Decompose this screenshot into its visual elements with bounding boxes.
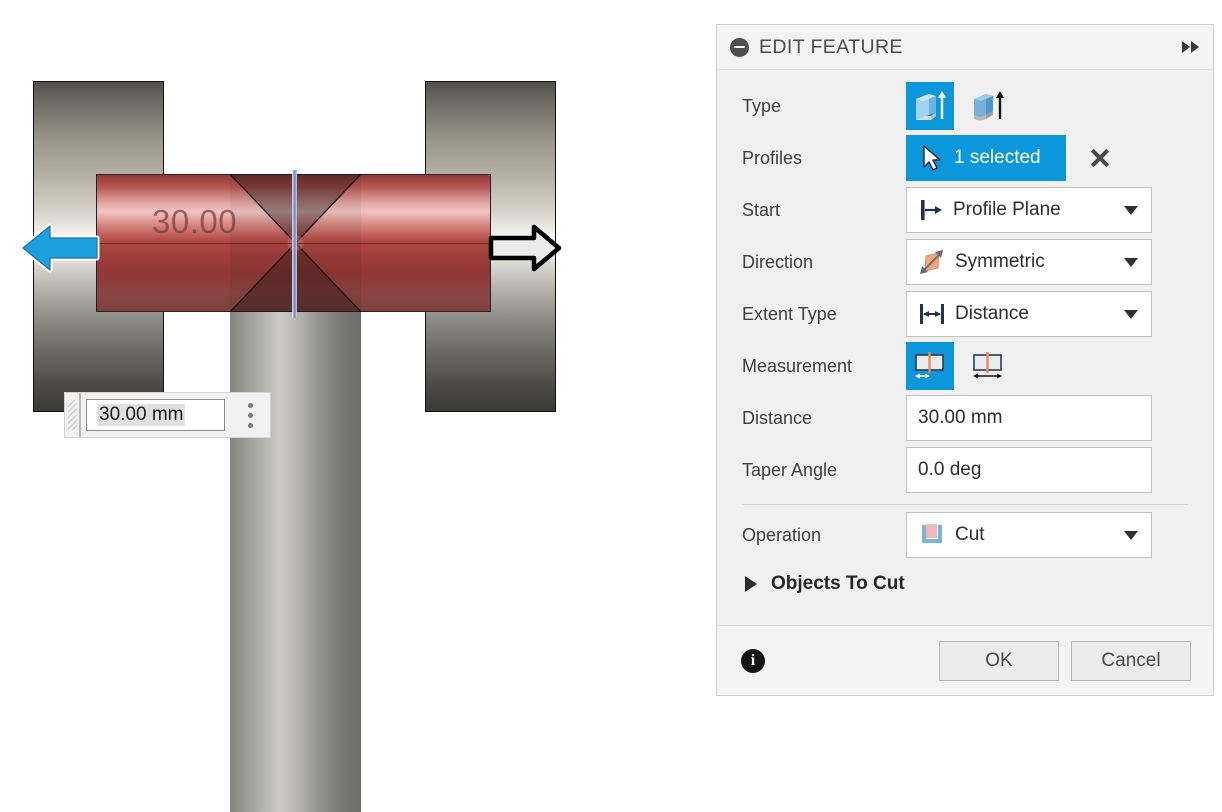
label-direction: Direction xyxy=(742,251,814,272)
label-extent-type: Extent Type xyxy=(742,303,837,324)
dimension-value-text: 30.00 mm xyxy=(97,404,186,426)
drag-grip-icon[interactable] xyxy=(65,393,81,437)
double-chevron-right-icon[interactable] xyxy=(1182,41,1199,53)
dimension-value-input[interactable]: 30.00 mm xyxy=(86,399,225,431)
extent-type-value: Distance xyxy=(955,303,1029,324)
cancel-button[interactable]: Cancel xyxy=(1071,640,1191,681)
clear-selection-x-icon[interactable] xyxy=(1088,146,1112,170)
operation-dropdown[interactable]: Cut xyxy=(906,512,1152,558)
label-type: Type xyxy=(742,95,782,116)
3d-viewport[interactable]: 30.00 30.00 mm xyxy=(0,0,716,812)
row-distance: Distance 30.00 mm xyxy=(717,392,1213,444)
panel-body: Type Profiles 1 selected Start Profile P… xyxy=(717,70,1213,625)
row-measurement: Measurement xyxy=(717,340,1213,392)
distance-input[interactable]: 30.00 mm xyxy=(906,395,1152,441)
taper-angle-input[interactable]: 0.0 deg xyxy=(906,447,1152,493)
objects-to-cut-label: Objects To Cut xyxy=(771,573,905,594)
profiles-selection-chip[interactable]: 1 selected xyxy=(906,135,1066,181)
half-length-measurement-icon[interactable] xyxy=(906,342,954,390)
label-operation: Operation xyxy=(742,524,822,545)
cut-operation-icon xyxy=(918,522,946,548)
application-window: 30.00 30.00 mm EDIT FEATURE Type Profile… xyxy=(0,0,1222,812)
ok-button[interactable]: OK xyxy=(939,640,1059,681)
panel-title: EDIT FEATURE xyxy=(759,35,903,58)
label-start: Start xyxy=(742,199,781,220)
row-profiles: Profiles 1 selected xyxy=(717,132,1213,184)
dimension-input-widget[interactable]: 30.00 mm xyxy=(64,392,271,438)
taper-angle-value: 0.0 deg xyxy=(918,459,982,480)
model-vertical-shaft xyxy=(230,305,361,812)
start-value: Profile Plane xyxy=(953,199,1061,220)
distance-extent-icon xyxy=(918,301,946,327)
edit-feature-panel: EDIT FEATURE Type Profiles 1 selected St… xyxy=(716,24,1214,696)
profile-plane-icon xyxy=(918,197,944,223)
direction-value: Symmetric xyxy=(955,251,1045,272)
info-icon[interactable]: i xyxy=(741,648,765,673)
profiles-selection-text: 1 selected xyxy=(954,147,1041,168)
chevron-down-icon[interactable] xyxy=(1124,257,1138,267)
kebab-menu-icon[interactable] xyxy=(230,393,270,437)
chevron-down-icon[interactable] xyxy=(1124,205,1138,215)
row-type: Type xyxy=(717,80,1213,132)
label-distance: Distance xyxy=(742,407,813,428)
direction-arrow-left-icon[interactable] xyxy=(20,219,100,282)
panel-title-bar: EDIT FEATURE xyxy=(717,25,1213,70)
start-dropdown[interactable]: Profile Plane xyxy=(906,187,1152,233)
solid-extrude-icon[interactable] xyxy=(906,82,954,130)
model-axis-line xyxy=(292,170,297,318)
cursor-arrow-icon xyxy=(922,145,944,171)
panel-footer: i OK Cancel xyxy=(717,625,1213,695)
section-divider xyxy=(742,504,1188,505)
row-taper-angle: Taper Angle 0.0 deg xyxy=(717,444,1213,496)
type-toggle-group[interactable] xyxy=(906,82,1012,130)
distance-value: 30.00 mm xyxy=(918,407,1003,428)
direction-arrow-right-icon[interactable] xyxy=(488,222,562,279)
label-profiles: Profiles xyxy=(742,147,803,168)
measurement-toggle-group[interactable] xyxy=(906,342,1012,390)
chevron-down-icon[interactable] xyxy=(1124,530,1138,540)
symmetric-direction-icon xyxy=(918,248,946,276)
row-operation: Operation Cut xyxy=(717,509,1213,561)
label-taper-angle: Taper Angle xyxy=(742,459,838,480)
surface-extrude-icon[interactable] xyxy=(964,82,1012,130)
collapse-minus-icon[interactable] xyxy=(730,37,749,57)
triangle-right-icon[interactable] xyxy=(745,576,757,592)
objects-to-cut-section[interactable]: Objects To Cut xyxy=(717,561,1213,611)
extent-type-dropdown[interactable]: Distance xyxy=(906,291,1152,337)
row-direction: Direction Symmetric xyxy=(717,236,1213,288)
label-measurement: Measurement xyxy=(742,355,853,376)
whole-length-measurement-icon[interactable] xyxy=(964,342,1012,390)
row-extent-type: Extent Type Distance xyxy=(717,288,1213,340)
direction-dropdown[interactable]: Symmetric xyxy=(906,239,1152,285)
chevron-down-icon[interactable] xyxy=(1124,309,1138,319)
operation-value: Cut xyxy=(955,524,985,545)
row-start: Start Profile Plane xyxy=(717,184,1213,236)
